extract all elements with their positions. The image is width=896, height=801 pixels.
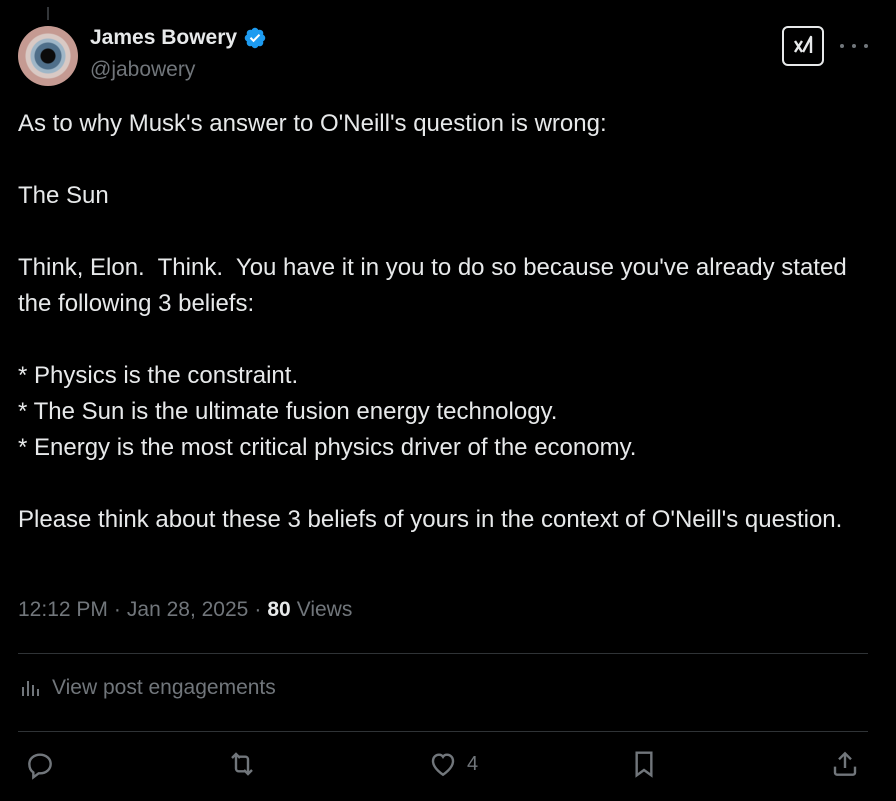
heart-icon <box>431 753 455 777</box>
more-dot <box>840 44 844 48</box>
reply-icon <box>28 753 52 780</box>
meta-separator: · <box>254 598 262 621</box>
repost-icon <box>231 752 253 776</box>
analytics-icon <box>22 681 39 696</box>
post-paragraph: The Sun <box>18 182 109 209</box>
post-paragraph: Think, Elon. Think. You have it in you t… <box>18 254 854 317</box>
grok-icon <box>793 35 813 53</box>
author-handle[interactable]: @jabowery <box>90 58 195 82</box>
post-paragraph: * Physics is the constraint. * The Sun i… <box>18 362 637 461</box>
share-icon <box>833 751 857 776</box>
views-count: 80 <box>267 598 291 621</box>
post-metadata: 12:12 PM · Jan 28, 2025 · 80 Views <box>18 598 352 622</box>
repost-button[interactable] <box>226 748 258 780</box>
bookmark-icon <box>635 751 653 778</box>
thread-connector-line <box>47 7 49 20</box>
view-engagements-link[interactable]: View post engagements <box>18 676 276 700</box>
action-bar: 4 <box>0 748 896 788</box>
bookmark-button[interactable] <box>628 748 660 780</box>
avatar[interactable] <box>18 26 78 86</box>
like-button[interactable]: 4 <box>427 748 478 780</box>
divider <box>18 731 868 732</box>
post-date[interactable]: Jan 28, 2025 <box>127 598 248 622</box>
author-display-name[interactable]: James Bowery <box>90 26 237 50</box>
views-label: Views <box>296 598 353 621</box>
grok-button[interactable] <box>782 26 824 66</box>
like-count: 4 <box>467 752 479 775</box>
reply-button[interactable] <box>24 748 56 780</box>
more-dot <box>864 44 868 48</box>
view-engagements-label: View post engagements <box>52 676 276 699</box>
post-text: As to why Musk's answer to O'Neill's que… <box>18 106 868 538</box>
verified-badge-icon <box>244 27 266 49</box>
meta-separator: · <box>113 598 121 621</box>
post-time[interactable]: 12:12 PM <box>18 598 108 622</box>
post-paragraph: Please think about these 3 beliefs of yo… <box>18 506 843 533</box>
post-paragraph: As to why Musk's answer to O'Neill's que… <box>18 110 607 137</box>
author-name-row: James Bowery <box>90 26 267 50</box>
divider <box>18 653 868 654</box>
more-options-button[interactable] <box>840 34 868 58</box>
more-dot <box>852 44 856 48</box>
share-button[interactable] <box>829 748 861 780</box>
